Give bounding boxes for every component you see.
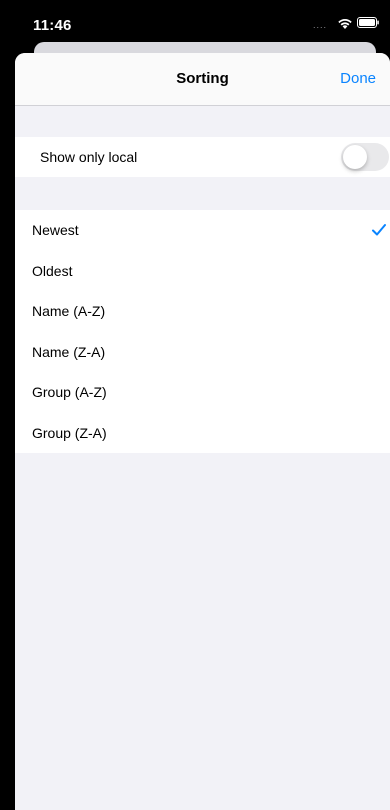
status-bar: 11:46 .... bbox=[0, 0, 390, 44]
sort-option-label: Name (A-Z) bbox=[32, 303, 106, 319]
status-time: 11:46 bbox=[33, 17, 72, 34]
navigation-bar: Sorting Done bbox=[15, 53, 390, 106]
sort-option-group-z-a[interactable]: Group (Z-A) bbox=[15, 413, 390, 454]
show-only-local-label: Show only local bbox=[40, 149, 138, 165]
sort-option-newest[interactable]: Newest bbox=[15, 210, 390, 251]
sort-option-oldest[interactable]: Oldest bbox=[15, 251, 390, 292]
sorting-sheet: Sorting Done Show only local Newest Olde… bbox=[15, 53, 390, 810]
signal-icon: .... bbox=[313, 20, 328, 30]
done-button[interactable]: Done bbox=[340, 53, 376, 105]
sort-option-label: Group (Z-A) bbox=[32, 424, 107, 441]
sort-option-label: Newest bbox=[32, 222, 79, 238]
sort-option-label: Oldest bbox=[32, 262, 73, 279]
sort-option-group-a-z[interactable]: Group (A-Z) bbox=[15, 372, 390, 413]
sort-option-label: Name (Z-A) bbox=[32, 343, 106, 360]
sort-options-list: Newest Oldest Name (A-Z) Name (Z-A) Grou… bbox=[15, 210, 390, 453]
sort-option-name-z-a[interactable]: Name (Z-A) bbox=[15, 332, 390, 373]
sort-option-name-a-z[interactable]: Name (A-Z) bbox=[15, 291, 390, 332]
page-title: Sorting bbox=[176, 70, 229, 87]
checkmark-icon bbox=[372, 224, 386, 236]
phone-screen: 11:46 .... Sorting Done Show only local bbox=[0, 0, 390, 810]
show-only-local-row: Show only local bbox=[15, 137, 390, 177]
sort-option-label: Group (A-Z) bbox=[32, 384, 107, 400]
show-only-local-switch[interactable] bbox=[341, 143, 389, 171]
wifi-icon bbox=[338, 18, 352, 29]
battery-icon bbox=[357, 17, 379, 28]
switch-knob bbox=[343, 145, 367, 169]
